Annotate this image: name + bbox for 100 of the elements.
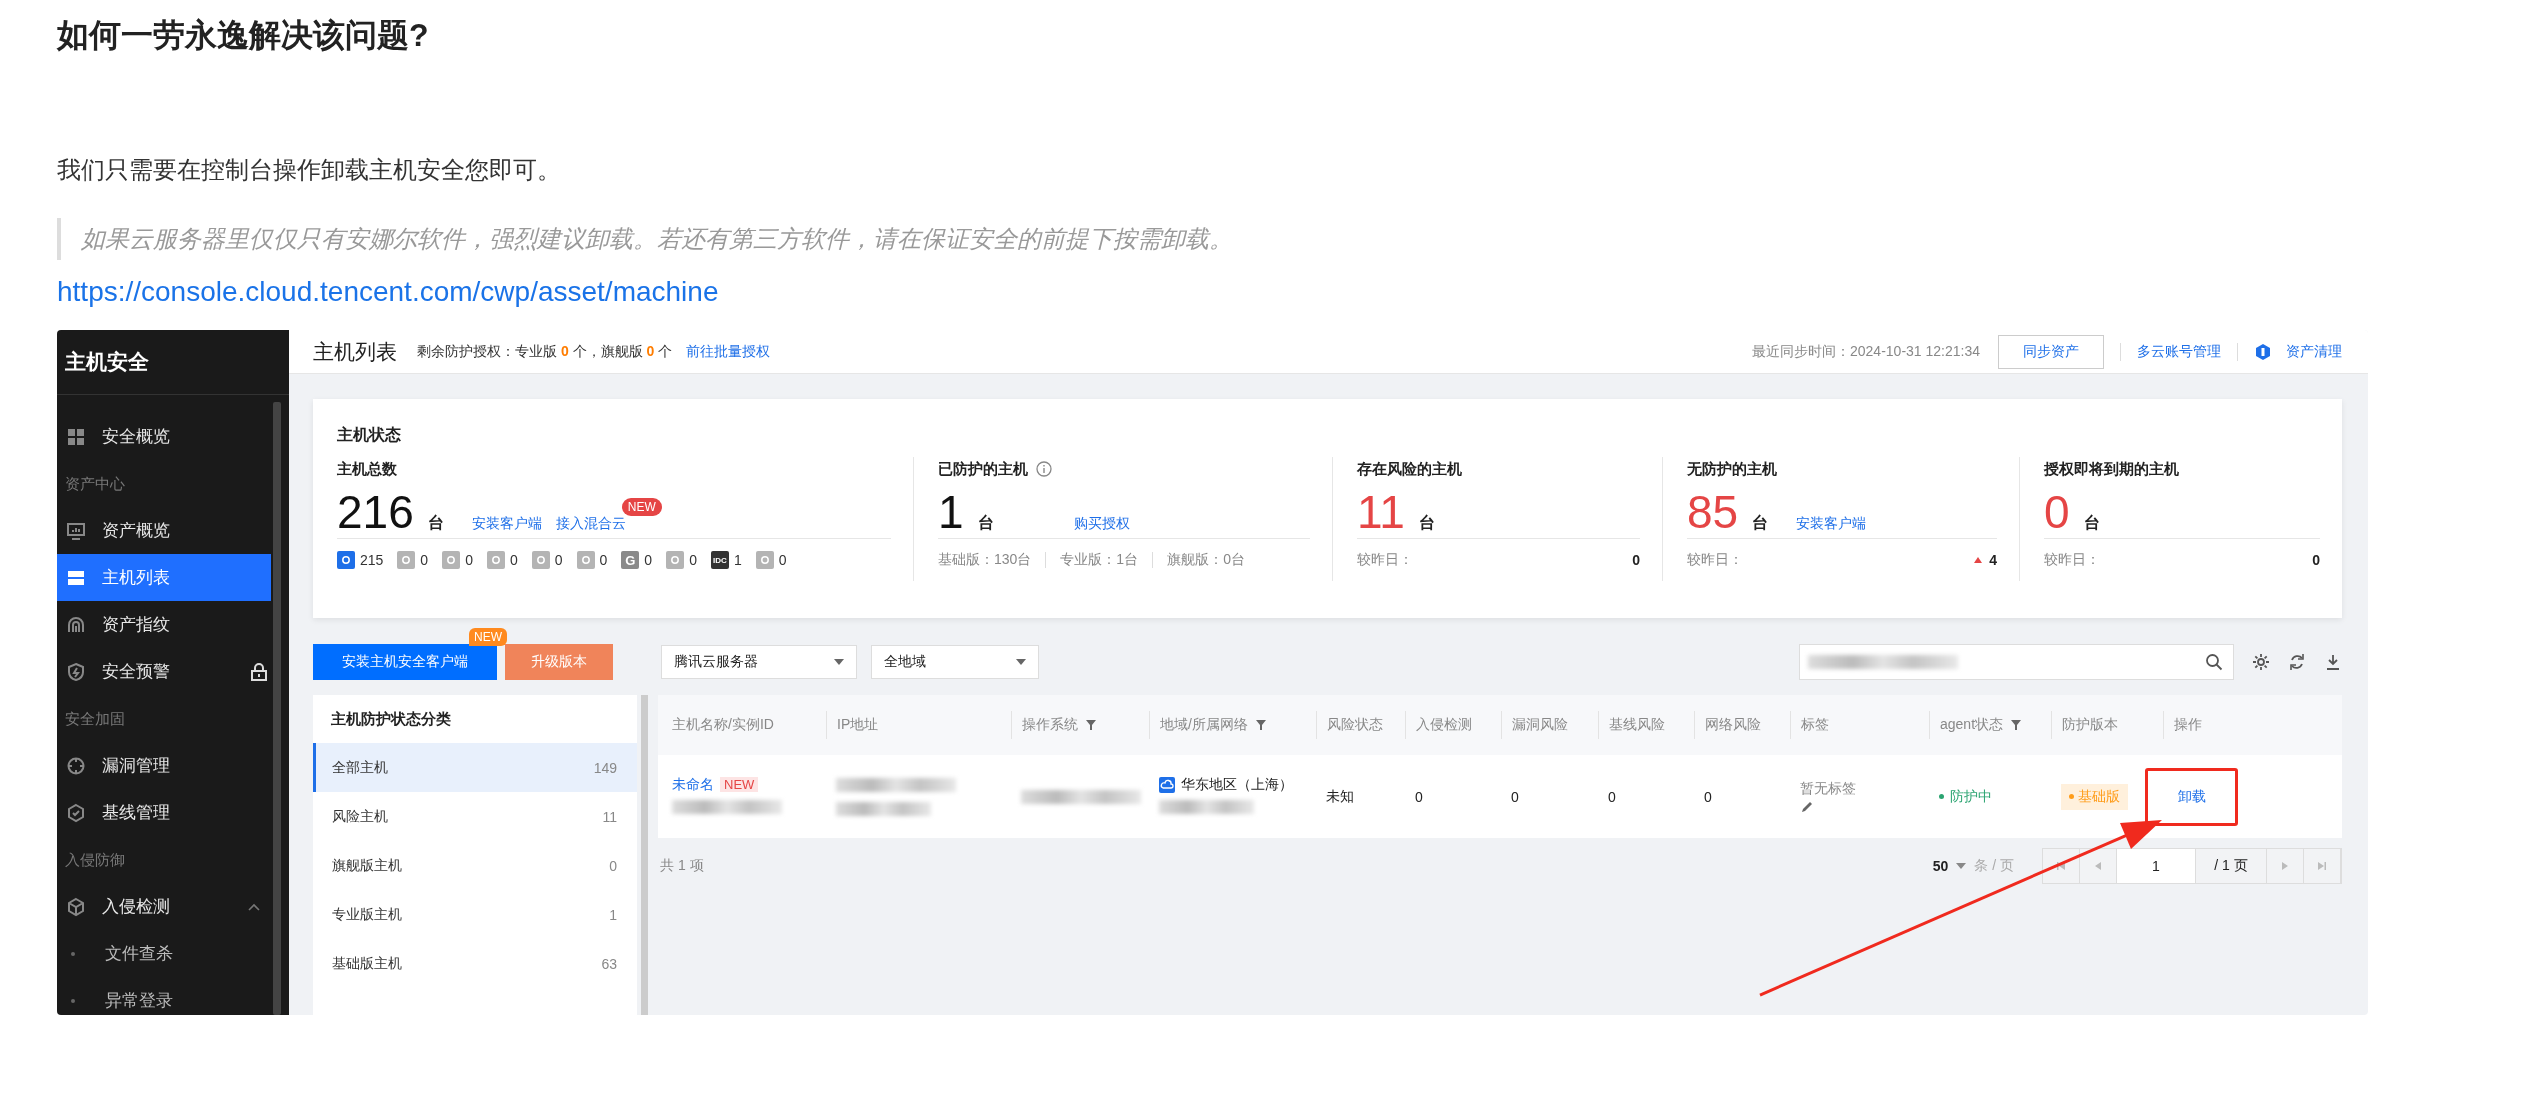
download-icon[interactable] [2324,653,2342,671]
header-link[interactable]: 资产清理 [2286,342,2342,361]
tag-text: 暂无标签 [1800,779,1856,798]
stat-label: 授权即将到期的主机 [2044,459,2179,479]
sync-time-text: 最近同步时间：2024-10-31 12:21:34 [1752,342,1980,361]
header-link[interactable]: 多云账号管理 [2137,342,2221,361]
uninstall-link[interactable]: 卸载 [2177,787,2206,806]
scrollbar[interactable] [273,402,281,1015]
stat-link[interactable]: 购买授权 [1073,515,1130,531]
compare-value: 4 [1989,552,1997,568]
column-header[interactable]: 风险状态 [1327,716,1383,734]
provider-count: 0 [778,552,787,568]
stat-value: 0 [2044,487,2070,537]
table-row[interactable]: 未命名 NEW 华东地区（上海） 未知 0 0 0 0 暂无标签 防护中 基础版 卸载 [658,755,2342,838]
search-field[interactable] [1799,644,2234,680]
sidebar-group-label: 安全加固 [64,709,126,729]
unit-label: 台 [1418,513,1435,533]
column-header[interactable]: 入侵检测 [1416,716,1472,734]
column-header[interactable]: 漏洞风险 [1512,716,1568,734]
total-count: 共 1 项 [660,857,704,875]
unit-label: 台 [1752,513,1769,533]
dropdown-select[interactable]: 腾讯云服务器 [661,645,857,679]
filter-icon[interactable] [2011,720,2022,730]
dropdown-select[interactable]: 全地域 [871,645,1039,679]
stat-label: 已防护的主机 [938,459,1028,479]
page-count: / 1 页 [2196,849,2267,883]
shield-icon [66,661,86,682]
category-item[interactable]: 风险主机 11 [313,792,637,841]
column-header[interactable]: 操作系统 [1022,716,1096,734]
compare-label: 较昨日： [2044,551,2100,569]
page-size-select[interactable]: 50 [1932,858,1949,874]
unit-label: 台 [427,513,444,533]
provider-count: 0 [554,552,563,568]
info-icon[interactable] [1036,461,1052,477]
refresh-icon[interactable] [2288,653,2306,671]
license-quota-text: 剩余防护授权：专业版 0 个，旗舰版 0 个 [417,342,673,361]
stat-label: 存在风险的主机 [1357,459,1462,479]
settings-icon[interactable] [2252,653,2270,671]
per-page-label: 条 / 页 [1974,857,2014,875]
toolbar-button[interactable]: 升级版本 [505,644,613,680]
sidebar-item[interactable]: 主机列表 [57,554,271,601]
sidebar-subitem[interactable]: 文件查杀 [57,930,271,977]
filter-icon[interactable] [1086,720,1096,730]
sidebar-item[interactable]: 资产概览 [57,507,271,554]
sync-assets-button[interactable]: 同步资产 [1998,334,2104,369]
sidebar-item[interactable]: 漏洞管理 [57,742,271,789]
column-header[interactable]: 防护版本 [2062,716,2118,734]
article-quote: 如果云服务器里仅仅只有安娜尔软件，强烈建议卸载。若还有第三方软件，请在保证安全的前提下按需卸载。 [57,218,2543,260]
stat-link[interactable]: 接入混合云 [555,515,626,531]
table-cell: 未知 [1326,787,1354,806]
column-header[interactable]: 地域/所属网络 [1160,716,1266,734]
grid-icon [66,426,86,447]
bullet-icon [71,998,75,1003]
monitor-icon [66,520,86,541]
scrollbar[interactable] [641,695,648,1015]
new-badge: NEW [469,628,507,646]
caret-icon [1016,659,1026,665]
category-item[interactable]: 基础版主机 63 [313,939,637,988]
provider-count: 215 [360,552,384,568]
article-heading: 如何一劳永逸解决该问题? [57,16,430,55]
stat-value: 1 [938,487,964,537]
category-item[interactable]: 专业版主机 1 [313,890,637,939]
sidebar-group-label: 入侵防御 [64,850,126,870]
column-header[interactable]: 网络风险 [1705,716,1761,734]
panel-title: 主机防护状态分类 [330,709,452,729]
search-icon[interactable] [2205,653,2223,671]
category-item[interactable]: 全部主机 149 [313,743,637,792]
column-header[interactable]: 主机名称/实例ID [672,716,774,734]
provider-logo-icon: IDC [710,551,729,569]
cube-check-icon [66,802,86,823]
sidebar-item[interactable]: 安全预警 [57,648,271,695]
stat-link[interactable]: 安装客户端 [471,515,542,531]
compare-label: 较昨日： [1687,551,1743,569]
page-input[interactable]: 1 [2117,849,2196,883]
toolbar-button[interactable]: 安装主机安全客户端 [313,644,497,680]
sidebar-subitem[interactable]: 异常登录 [57,977,271,1015]
sidebar-item[interactable]: 基线管理 [57,789,271,836]
category-item[interactable]: 旗舰版主机 0 [313,841,637,890]
column-header[interactable]: IP地址 [837,716,879,734]
stat-link[interactable]: 安装客户端 [1796,515,1867,531]
table-cell: 0 [1415,788,1423,805]
filter-icon[interactable] [1255,720,1266,730]
cube-icon [66,896,86,917]
sidebar-item[interactable]: 安全概览 [57,413,271,460]
provider-count: 0 [644,552,653,568]
status-text: 防护中 [1939,787,1992,806]
article-paragraph: 我们只需要在控制台操作卸载主机安全您即可。 [57,155,562,185]
pencil-icon[interactable] [1800,799,1814,814]
column-header[interactable]: 操作 [2174,716,2202,734]
console-link[interactable]: https://console.cloud.tencent.com/cwp/asset/machine [57,272,719,312]
sidebar-item[interactable]: 资产指纹 [57,601,271,648]
column-header[interactable]: agent状态 [1940,716,2022,734]
host-name-link[interactable]: 未命名 [672,775,714,794]
edition-count: 专业版：1台 [1060,551,1139,569]
sidebar-item[interactable]: 入侵检测 [57,883,271,930]
column-header[interactable]: 基线风险 [1609,716,1665,734]
column-header[interactable]: 标签 [1801,716,1829,734]
batch-license-link[interactable]: 前往批量授权 [686,342,771,361]
table-cell: 0 [1511,788,1519,805]
provider-logo-icon: G [621,551,640,569]
